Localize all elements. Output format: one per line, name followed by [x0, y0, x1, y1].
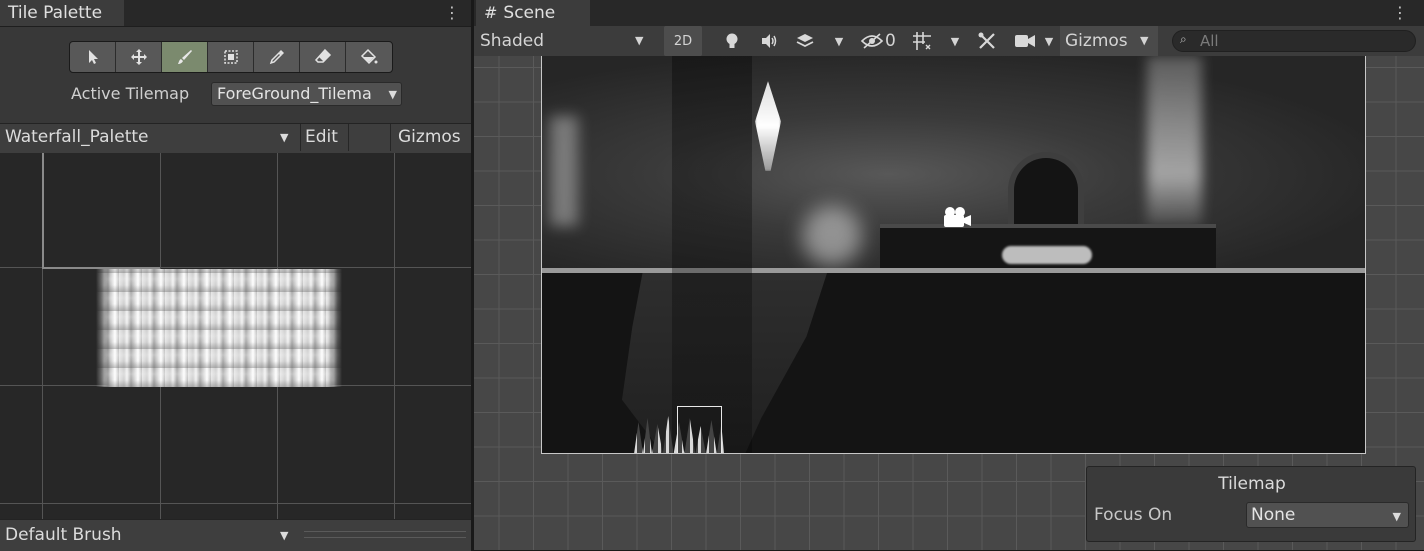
- dark-column: [672, 56, 752, 453]
- gizmos-dropdown[interactable]: Gizmos ▼: [1060, 26, 1158, 56]
- palette-toolbar: Waterfall_Palette ▼ Edit Gizmos: [0, 123, 471, 154]
- grid-line: [42, 153, 44, 269]
- hidden-count: 0: [885, 31, 896, 51]
- picker-tool-button[interactable]: [254, 42, 300, 72]
- edit-label: Edit: [305, 127, 338, 147]
- search-placeholder: All: [1200, 32, 1219, 50]
- eyedropper-icon: [269, 50, 284, 65]
- tab-tile-palette[interactable]: Tile Palette: [0, 0, 124, 26]
- tab-bar: Tile Palette ⋮: [0, 0, 471, 27]
- mode-2d-label: 2D: [673, 33, 693, 49]
- erase-tool-button[interactable]: [300, 42, 346, 72]
- gizmos-label: Gizmos: [1065, 31, 1128, 51]
- tab-bar: # Scene ⋮: [474, 0, 1424, 26]
- lighting-toggle[interactable]: [718, 26, 746, 56]
- arrow-icon: [88, 50, 98, 64]
- waterfall-tile[interactable]: [96, 269, 342, 387]
- shading-mode-value: Shaded: [480, 31, 545, 51]
- scene-viewport[interactable]: Tilemap Focus On None ▼: [474, 56, 1424, 550]
- grid-icon: [913, 32, 931, 50]
- brush-dropdown[interactable]: Default Brush ▼: [0, 520, 300, 550]
- camera-dropdown[interactable]: ▼: [1040, 26, 1058, 56]
- divider: [348, 124, 349, 151]
- light-glow: [802, 206, 862, 266]
- tab-scene[interactable]: # Scene: [476, 0, 590, 26]
- overlay-title: Tilemap: [1218, 474, 1286, 494]
- scene-panel: # Scene ⋮ Shaded ▼ 2D ▼ 0 ▼ ▼ Gizmos ▼ ⌕…: [474, 0, 1424, 550]
- active-tilemap-label: Active Tilemap: [71, 84, 190, 103]
- effects-dropdown[interactable]: ▼: [830, 26, 848, 56]
- camera-settings-button[interactable]: [1010, 26, 1040, 56]
- gizmos-label: Gizmos: [398, 127, 461, 147]
- waterfall-texture: [96, 269, 342, 387]
- active-tilemap-dropdown[interactable]: ForeGround_Tilema ▼: [211, 82, 402, 106]
- speaker-icon: [762, 34, 777, 48]
- palette-gizmos-button[interactable]: Gizmos: [391, 124, 471, 151]
- focus-on-dropdown[interactable]: None ▼: [1246, 502, 1409, 528]
- tab-label: Tile Palette: [8, 3, 103, 23]
- grid-line: [394, 153, 395, 519]
- box-fill-tool-button[interactable]: [208, 42, 254, 72]
- move-tool-button[interactable]: [116, 42, 162, 72]
- tools-toggle[interactable]: [974, 26, 1000, 56]
- light-shaft: [1147, 56, 1202, 226]
- eraser-icon: [314, 48, 331, 63]
- tilemap-overlay: Tilemap Focus On None ▼: [1086, 466, 1416, 542]
- light-shaft: [550, 116, 578, 226]
- select-tool-button[interactable]: [70, 42, 116, 72]
- palette-grid[interactable]: [0, 153, 471, 519]
- palette-dropdown[interactable]: Waterfall_Palette ▼: [0, 124, 300, 151]
- edit-button[interactable]: Edit: [301, 124, 348, 151]
- arch-doorway: [1008, 152, 1084, 230]
- rock-pile: [1002, 246, 1092, 264]
- splitter-handle[interactable]: [304, 531, 466, 538]
- tile-brush-cursor: [677, 406, 722, 453]
- tool-strip: [69, 41, 393, 73]
- shading-mode-dropdown[interactable]: Shaded ▼: [474, 26, 656, 56]
- brush-toolbar: Default Brush ▼: [0, 519, 471, 551]
- more-options-icon[interactable]: ⋮: [1392, 1, 1408, 25]
- layers-stack-icon: [796, 34, 814, 48]
- chevron-down-icon: ▼: [1140, 34, 1149, 47]
- chevron-down-icon: ▼: [280, 529, 289, 542]
- effects-toggle[interactable]: [790, 26, 820, 56]
- grid-dropdown[interactable]: ▼: [946, 26, 964, 56]
- game-scene-bounds: [541, 56, 1366, 454]
- tab-label: Scene: [503, 3, 556, 23]
- chevron-down-icon: ▼: [950, 34, 960, 48]
- chevron-down-icon: ▼: [1392, 510, 1401, 523]
- hash-icon: #: [484, 3, 498, 22]
- paint-tool-button[interactable]: [162, 42, 208, 72]
- camera-gizmo-icon[interactable]: [938, 206, 972, 228]
- grid-line: [0, 503, 471, 504]
- chevron-down-icon: ▼: [635, 34, 644, 47]
- grid-snap-toggle[interactable]: [906, 26, 938, 56]
- search-icon: ⌕: [1180, 32, 1187, 46]
- wrench-cross-icon: [978, 32, 995, 49]
- chevron-down-icon: ▼: [834, 34, 844, 48]
- audio-toggle[interactable]: [756, 26, 782, 56]
- focus-on-value: None: [1251, 505, 1296, 525]
- lightbulb-icon: [726, 33, 738, 48]
- bucket-icon: [360, 48, 378, 65]
- palette-name: Waterfall_Palette: [5, 127, 149, 147]
- brush-icon: [177, 50, 192, 64]
- active-tilemap-value: ForeGround_Tilema: [217, 84, 372, 103]
- hidden-objects-toggle[interactable]: 0: [856, 26, 902, 56]
- chevron-down-icon: ▼: [1044, 34, 1054, 48]
- fill-tool-button[interactable]: [346, 42, 392, 72]
- chevron-down-icon: ▼: [386, 84, 397, 105]
- tile-palette-panel: Tile Palette ⋮ Active Tilemap ForeGround…: [0, 0, 471, 551]
- mode-2d-toggle[interactable]: 2D: [664, 26, 702, 56]
- move-arrows-icon: [130, 49, 147, 65]
- brush-name: Default Brush: [5, 525, 122, 545]
- chevron-down-icon: ▼: [280, 131, 289, 144]
- camera-icon: [1015, 35, 1035, 47]
- focus-on-label: Focus On: [1094, 505, 1173, 525]
- more-options-icon[interactable]: ⋮: [444, 1, 460, 25]
- eye-slash-icon: [860, 33, 884, 49]
- search-field[interactable]: ⌕ All: [1172, 30, 1416, 52]
- box-icon: [223, 50, 238, 64]
